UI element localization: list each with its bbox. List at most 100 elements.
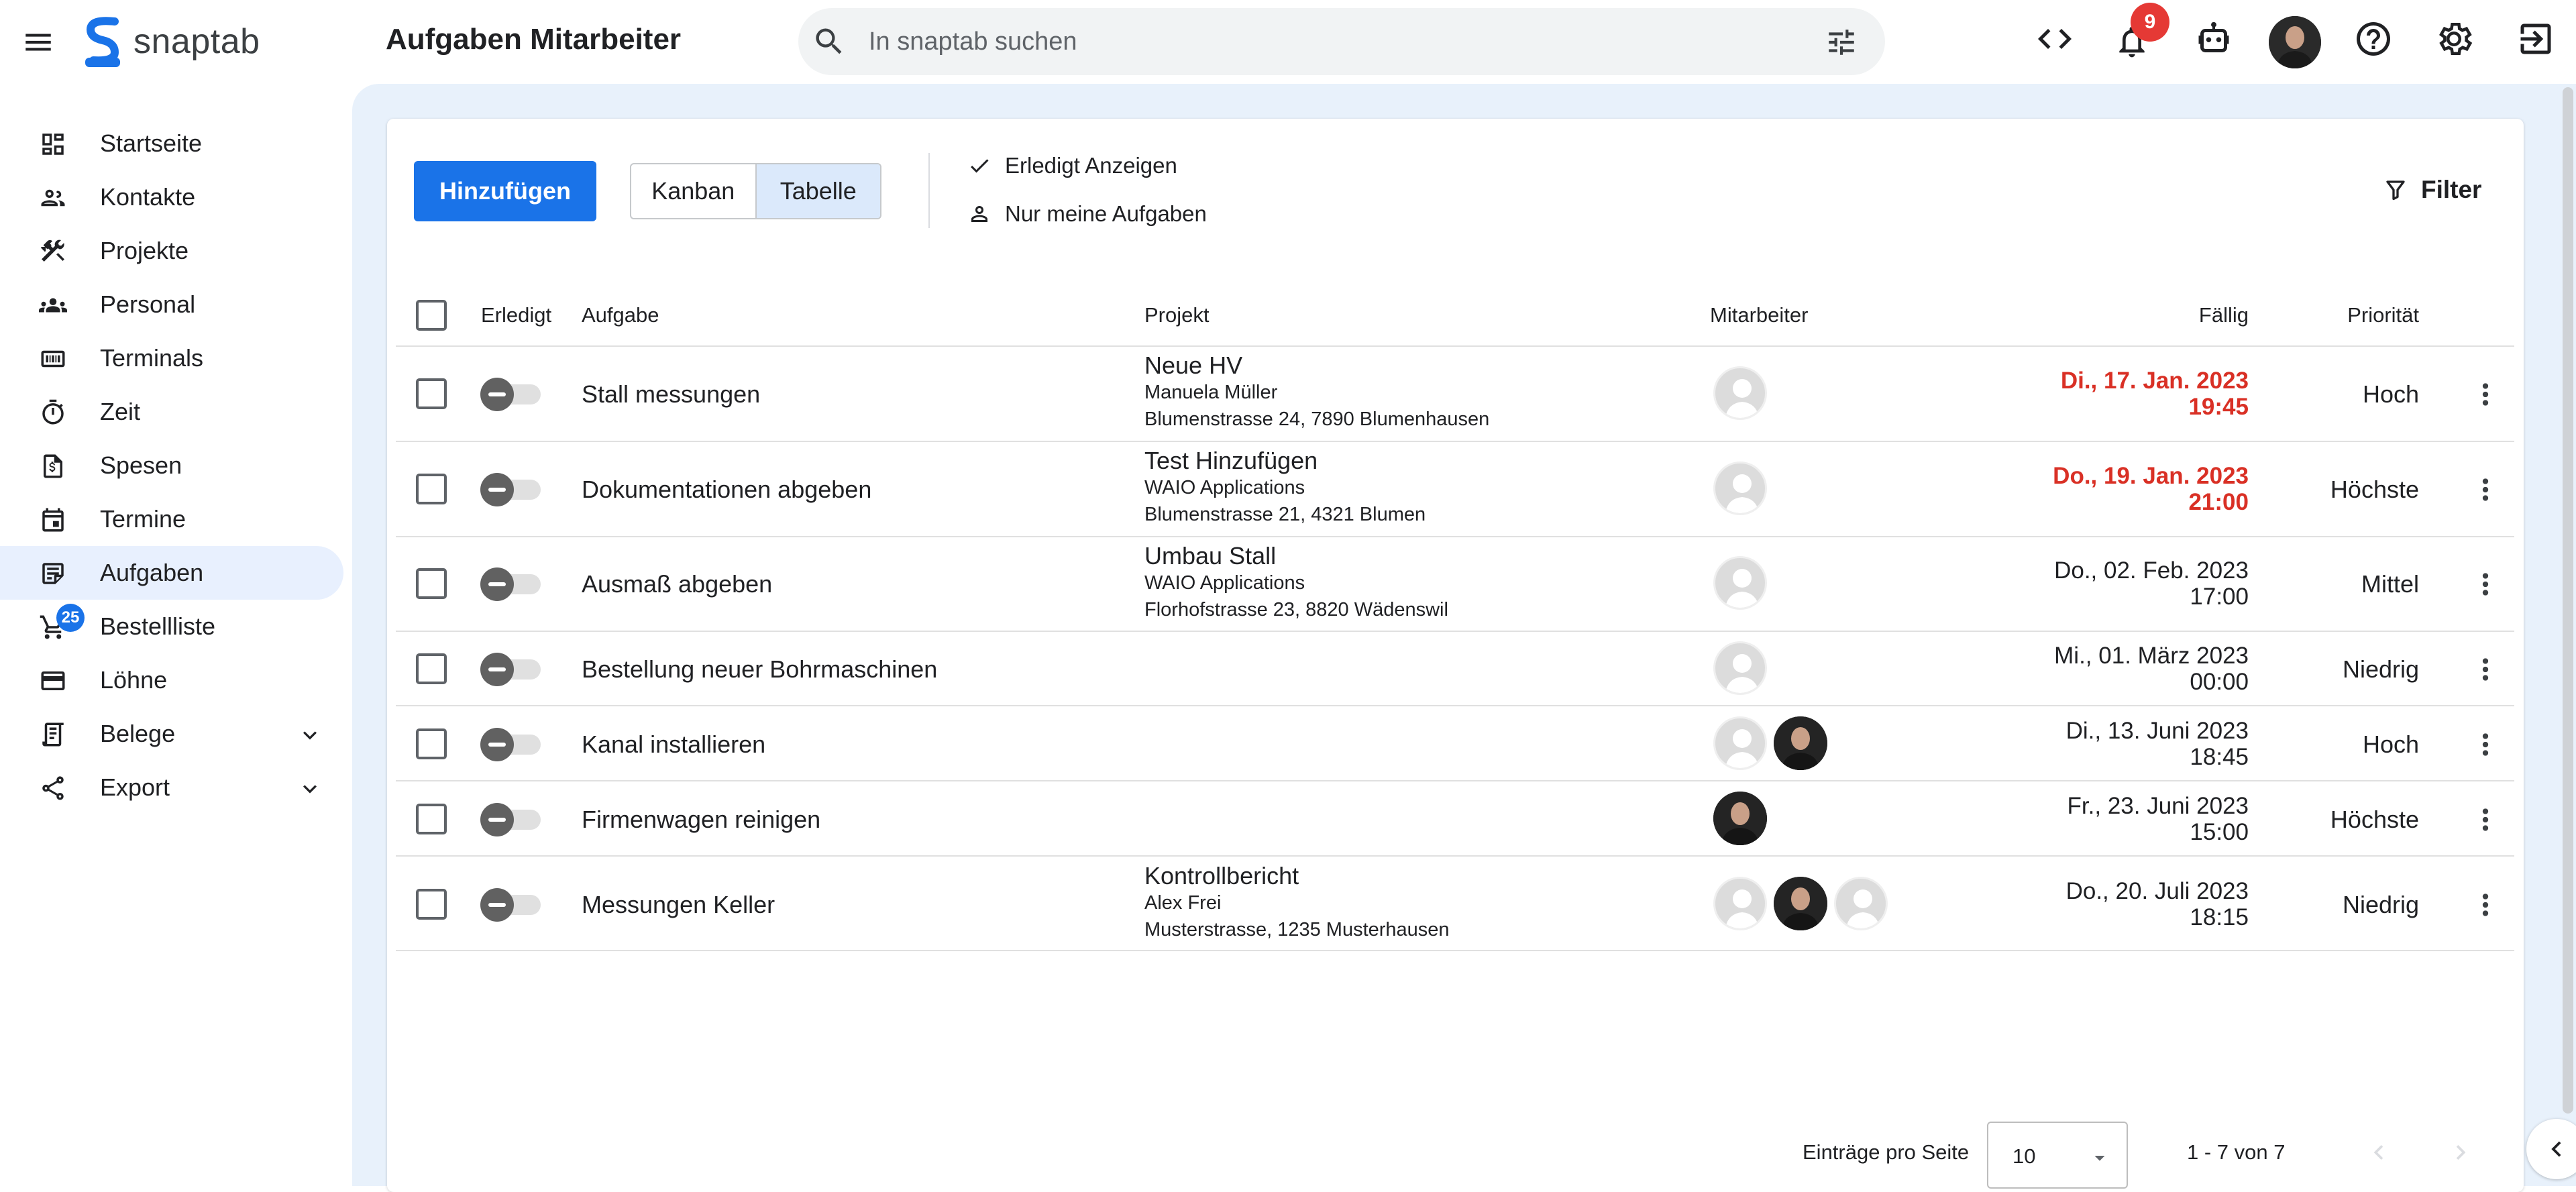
employee-avatars: [1713, 716, 1834, 770]
logout-icon[interactable]: [2516, 19, 2556, 59]
add-task-button[interactable]: Hinzufügen: [414, 161, 596, 221]
menu-icon[interactable]: [21, 25, 55, 59]
next-page-icon[interactable]: [2446, 1138, 2475, 1167]
sidebar: Startseite Kontakte Projekte Personal Te…: [0, 84, 352, 1186]
row-checkbox[interactable]: [416, 653, 447, 684]
done-toggle[interactable]: [480, 883, 541, 926]
sidebar-item-label: Bestellliste: [100, 612, 216, 640]
priority: Mittel: [2361, 570, 2419, 598]
scrollbar[interactable]: [2563, 87, 2573, 1114]
employee-avatars: [1713, 366, 1774, 420]
column-header-due[interactable]: Fällig: [2199, 303, 2249, 327]
code-icon[interactable]: [2035, 19, 2075, 59]
avatar-placeholder[interactable]: [1713, 366, 1767, 420]
row-divider: [396, 855, 2514, 857]
sidebar-item-spesen[interactable]: Spesen: [0, 439, 343, 492]
row-checkbox[interactable]: [416, 568, 447, 599]
tools-icon: [39, 237, 67, 266]
task-name: Bestellung neuer Bohrmaschinen: [582, 655, 938, 683]
sidebar-item-aufgaben[interactable]: Aufgaben: [0, 546, 343, 600]
more-vert-icon[interactable]: [2469, 888, 2502, 922]
bestellliste-badge: 25: [56, 604, 85, 632]
task-name: Firmenwagen reinigen: [582, 806, 821, 833]
priority: Hoch: [2362, 730, 2419, 758]
done-toggle[interactable]: [480, 372, 541, 415]
chevron-down-icon[interactable]: [297, 722, 323, 749]
per-page-select[interactable]: 10: [1987, 1122, 2128, 1189]
user-avatar[interactable]: [2269, 16, 2321, 68]
avatar-placeholder[interactable]: [1713, 462, 1767, 515]
view-kanban-button[interactable]: Kanban: [631, 164, 757, 218]
select-all-checkbox[interactable]: [416, 300, 447, 331]
sidebar-item-bestellliste[interactable]: 25 Bestellliste: [0, 600, 343, 653]
top-bar: snaptab Aufgaben Mitarbeiter 9: [0, 0, 2576, 84]
view-table-button[interactable]: Tabelle: [756, 164, 880, 218]
column-header-employee[interactable]: Mitarbeiter: [1710, 303, 1808, 327]
settings-icon[interactable]: [2434, 19, 2474, 59]
sidebar-item-kontakte[interactable]: Kontakte: [0, 170, 343, 224]
avatar-photo[interactable]: [1774, 716, 1827, 770]
row-checkbox[interactable]: [416, 804, 447, 834]
project-info[interactable]: Umbau Stall WAIO Applications Florhofstr…: [1144, 543, 1448, 623]
avatar-placeholder[interactable]: [1713, 641, 1767, 695]
column-header-task[interactable]: Aufgabe: [582, 303, 659, 327]
filter-button[interactable]: Filter: [2383, 176, 2481, 204]
due-date: Do., 20. Juli 2023 18:15: [2065, 878, 2249, 930]
employee-avatars: [1713, 556, 1774, 610]
more-vert-icon[interactable]: [2469, 378, 2502, 411]
sidebar-item-export[interactable]: Export: [0, 761, 343, 814]
more-vert-icon[interactable]: [2469, 567, 2502, 601]
robot-icon[interactable]: [2194, 19, 2234, 59]
search-input[interactable]: [869, 21, 1741, 62]
sidebar-item-termine[interactable]: Termine: [0, 492, 343, 546]
done-toggle[interactable]: [480, 798, 541, 841]
search-icon[interactable]: [812, 24, 847, 59]
column-header-project[interactable]: Projekt: [1144, 303, 1209, 327]
employee-avatars: [1713, 462, 1774, 515]
sidebar-item-belege[interactable]: Belege: [0, 707, 343, 761]
sidebar-item-startseite[interactable]: Startseite: [0, 117, 343, 170]
avatar-photo[interactable]: [1713, 792, 1767, 845]
column-header-priority[interactable]: Priorität: [2347, 303, 2419, 327]
row-checkbox[interactable]: [416, 378, 447, 409]
more-vert-icon[interactable]: [2469, 653, 2502, 686]
sidebar-item-label: Projekte: [100, 237, 189, 264]
done-toggle[interactable]: [480, 647, 541, 690]
tune-icon[interactable]: [1825, 25, 1858, 59]
previous-page-icon[interactable]: [2364, 1138, 2394, 1167]
help-icon[interactable]: [2353, 19, 2394, 59]
done-toggle[interactable]: [480, 468, 541, 510]
show-done-toggle[interactable]: Erledigt Anzeigen: [967, 153, 1177, 178]
done-toggle[interactable]: [480, 562, 541, 605]
avatar-placeholder[interactable]: [1713, 877, 1767, 930]
sidebar-item-projekte[interactable]: Projekte: [0, 224, 343, 278]
row-checkbox[interactable]: [416, 474, 447, 504]
due-date: Do., 19. Jan. 2023 21:00: [2053, 463, 2249, 515]
sidebar-item-zeit[interactable]: Zeit: [0, 385, 343, 439]
more-vert-icon[interactable]: [2469, 473, 2502, 506]
done-toggle[interactable]: [480, 722, 541, 765]
sidebar-item-personal[interactable]: Personal: [0, 278, 343, 331]
row-checkbox[interactable]: [416, 889, 447, 920]
app-logo[interactable]: snaptab: [85, 16, 260, 67]
calendar-icon: [39, 506, 67, 534]
avatar-placeholder[interactable]: [1713, 716, 1767, 770]
sidebar-item-label: Personal: [100, 290, 196, 318]
avatar-placeholder[interactable]: [1834, 877, 1888, 930]
project-info[interactable]: Kontrollbericht Alex Frei Musterstrasse,…: [1144, 863, 1450, 943]
project-info[interactable]: Test Hinzufügen WAIO Applications Blumen…: [1144, 447, 1426, 528]
snaptab-logo-icon: [85, 17, 120, 67]
column-header-done[interactable]: Erledigt: [481, 303, 551, 327]
due-date: Di., 17. Jan. 2023 19:45: [2060, 368, 2249, 420]
more-vert-icon[interactable]: [2469, 803, 2502, 836]
sidebar-item-terminals[interactable]: Terminals: [0, 331, 343, 385]
people-icon: [39, 291, 67, 319]
chevron-down-icon[interactable]: [297, 775, 323, 802]
avatar-photo[interactable]: [1774, 877, 1827, 930]
row-checkbox[interactable]: [416, 728, 447, 759]
avatar-placeholder[interactable]: [1713, 556, 1767, 610]
more-vert-icon[interactable]: [2469, 728, 2502, 761]
sidebar-item-loehne[interactable]: Löhne: [0, 653, 343, 707]
only-mine-toggle[interactable]: Nur meine Aufgaben: [967, 201, 1207, 227]
project-info[interactable]: Neue HV Manuela Müller Blumenstrasse 24,…: [1144, 352, 1489, 433]
